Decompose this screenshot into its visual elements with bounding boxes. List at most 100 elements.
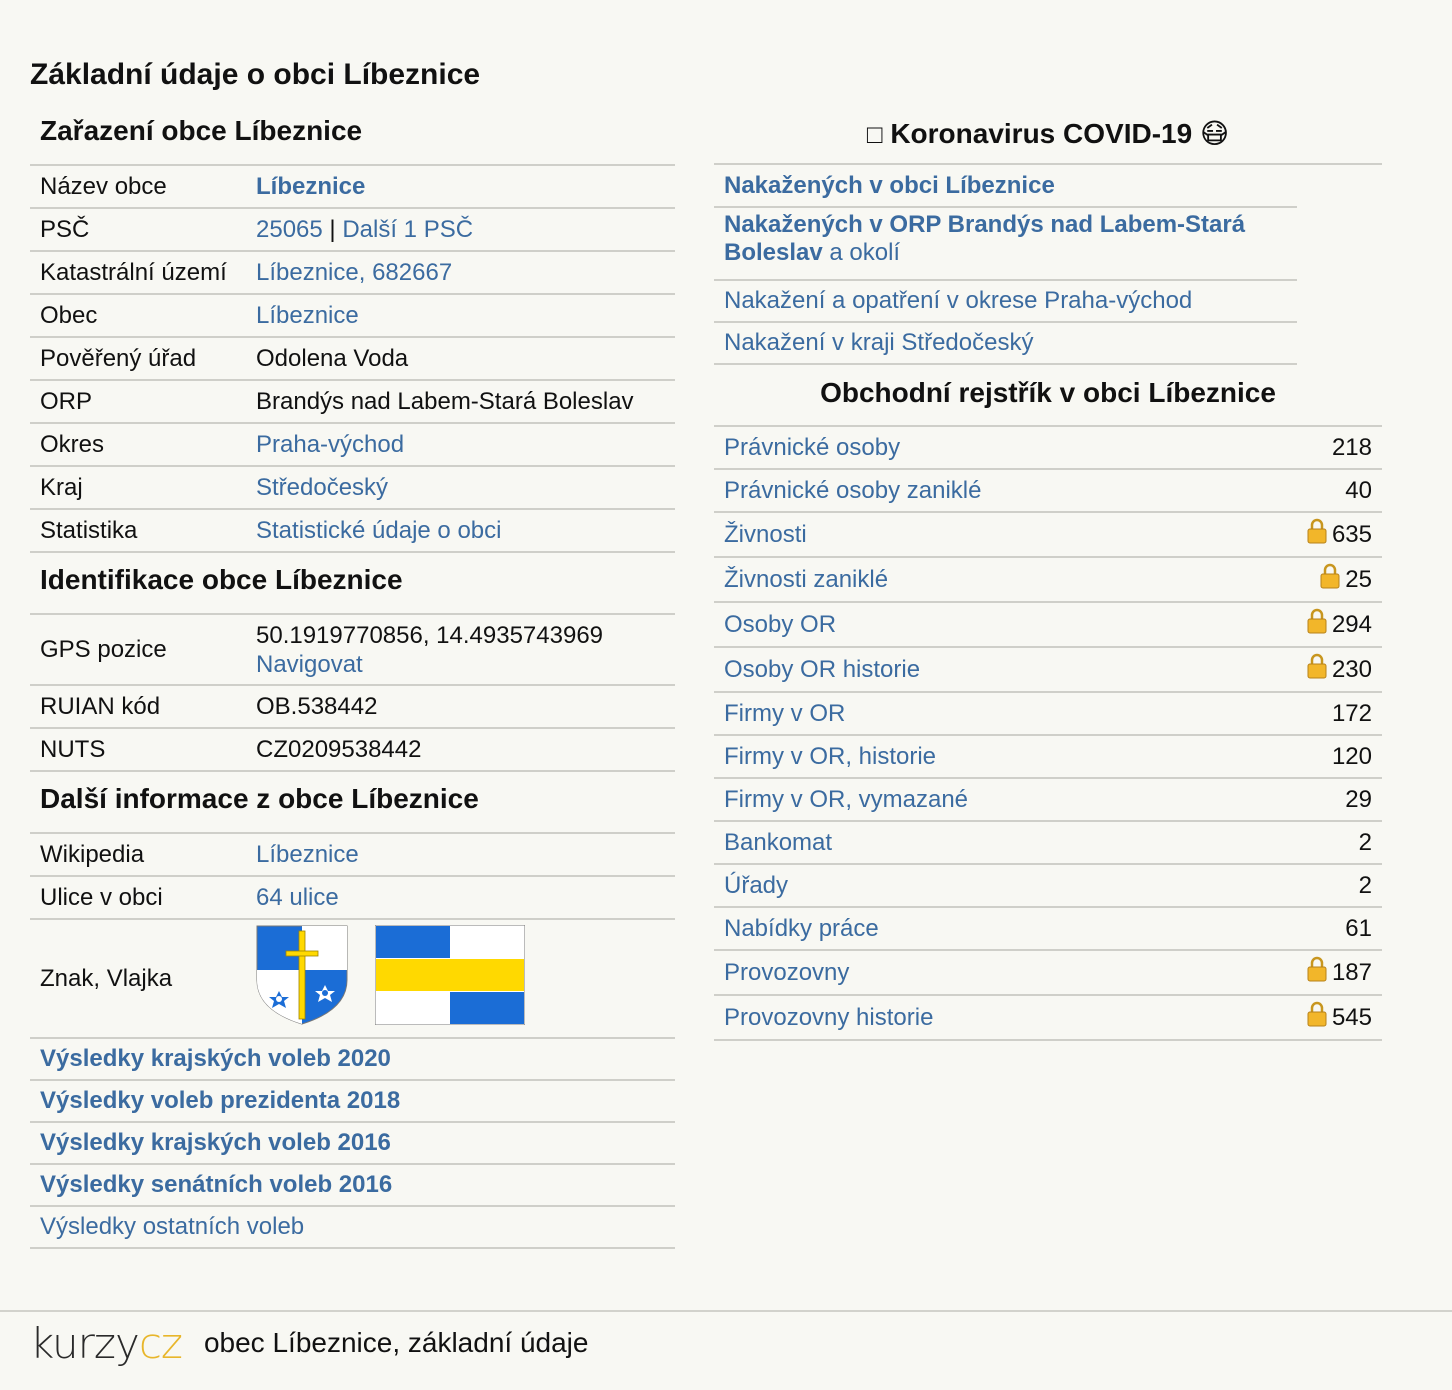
coat-of-arms-image[interactable] — [256, 925, 348, 1032]
orp-value: Brandýs nad Labem-Stará Boleslav — [246, 380, 675, 424]
volby-prezident-2018-link[interactable]: Výsledky voleb prezidenta 2018 — [40, 1087, 400, 1114]
obec-name-link[interactable]: Líbeznice — [256, 173, 365, 200]
rejstrik-count: 230 — [1331, 656, 1372, 683]
table-row: Provozovny 187 — [714, 950, 1382, 996]
table-row: Katastrální území Líbeznice, 682667 — [30, 251, 675, 295]
footer-divider — [0, 1310, 1452, 1312]
wikipedia-link[interactable]: Líbeznice — [256, 841, 359, 868]
row-label: Obec — [30, 294, 246, 338]
row-label: Okres — [30, 423, 246, 467]
zarazeni-table: Název obce Líbeznice PSČ 25065 | Další 1… — [30, 166, 675, 553]
okres-link[interactable]: Praha-východ — [256, 431, 404, 458]
obchodni-rejstrik-table: Právnické osoby 218 Právnické osoby zanikl… — [714, 427, 1382, 1041]
rejstrik-item-link[interactable]: Firmy v OR — [724, 700, 845, 727]
right-column: □ Koronavirus COVID-19 😷 Nakažených v ob… — [714, 108, 1382, 1041]
covid-heading: □ Koronavirus COVID-19 😷 — [714, 108, 1382, 165]
table-row: Ulice v obci 64 ulice — [30, 876, 675, 920]
rejstrik-item-link[interactable]: Živnosti zaniklé — [724, 566, 888, 593]
list-item: Výsledky senátních voleb 2016 — [30, 1165, 675, 1207]
nuts-value: CZ0209538442 — [246, 728, 675, 772]
volby-krajske-2016-link[interactable]: Výsledky krajských voleb 2016 — [40, 1129, 391, 1156]
list-item: Nakažených v ORP Brandýs nad Labem-Stará… — [714, 208, 1297, 281]
list-item: Výsledky ostatních voleb — [30, 1207, 675, 1249]
section-heading-dalsi: Další informace z obce Líbeznice — [30, 772, 675, 834]
missing-glyph-icon: □ — [866, 119, 883, 149]
rejstrik-count: 172 — [1331, 699, 1372, 727]
list-item: Výsledky voleb prezidenta 2018 — [30, 1081, 675, 1123]
dalsi-table: Wikipedia Líbeznice Ulice v obci 64 ulic… — [30, 834, 675, 1039]
obec-link[interactable]: Líbeznice — [256, 302, 359, 329]
nakazenych-v-orp-link[interactable]: Nakažených v ORP Brandýs nad Labem-Stará… — [724, 211, 1245, 266]
table-row: Právnické osoby 218 — [714, 427, 1382, 470]
table-row: RUIAN kód OB.538442 — [30, 685, 675, 729]
table-row: NUTS CZ0209538442 — [30, 728, 675, 772]
ruian-value: OB.538442 — [246, 685, 675, 729]
rejstrik-item-link[interactable]: Firmy v OR, vymazané — [724, 786, 968, 813]
table-row: GPS pozice 50.1919770856, 14.4935743969 … — [30, 615, 675, 686]
rejstrik-count: 120 — [1331, 742, 1372, 770]
rejstrik-item-link[interactable]: Osoby OR — [724, 611, 836, 638]
volby-krajske-2020-link[interactable]: Výsledky krajských voleb 2020 — [40, 1045, 391, 1072]
povereny-urad-value: Odolena Voda — [246, 337, 675, 381]
lock-icon[interactable] — [1320, 563, 1340, 596]
nakazeni-okres-link[interactable]: Nakažení a opatření v okrese Praha-výcho… — [724, 287, 1192, 314]
lock-icon[interactable] — [1307, 518, 1327, 551]
flag-image[interactable] — [374, 924, 526, 1032]
table-row: Znak, Vlajka — [30, 919, 675, 1039]
rejstrik-count: 294 — [1331, 611, 1372, 638]
table-row: Obec Líbeznice — [30, 294, 675, 338]
psc-separator: | — [322, 215, 343, 243]
lock-icon[interactable] — [1307, 608, 1327, 641]
rejstrik-item-link[interactable]: Nabídky práce — [724, 915, 879, 942]
rejstrik-item-link[interactable]: Živnosti — [724, 521, 807, 548]
rejstrik-count: 2 — [1358, 871, 1372, 899]
table-row: Kraj Středočeský — [30, 466, 675, 510]
table-row: Právnické osoby zaniklé 40 — [714, 469, 1382, 513]
row-label: Název obce — [30, 166, 246, 209]
rejstrik-item-link[interactable]: Právnické osoby zaniklé — [724, 477, 981, 504]
rejstrik-count: 635 — [1331, 521, 1372, 548]
nakazeni-kraj-link[interactable]: Nakažení v kraji Středočeský — [724, 329, 1033, 356]
table-row: Živnosti 635 — [714, 512, 1382, 558]
logo-text-cz: cz — [138, 1318, 183, 1368]
rejstrik-item-link[interactable]: Firmy v OR, historie — [724, 743, 936, 770]
rejstrik-count: 545 — [1331, 1004, 1372, 1031]
rejstrik-count: 29 — [1345, 785, 1372, 813]
nakazenych-v-obci-link[interactable]: Nakažených v obci Líbeznice — [724, 172, 1055, 199]
list-item: Nakažených v obci Líbeznice — [714, 165, 1297, 208]
list-item: Výsledky krajských voleb 2016 — [30, 1123, 675, 1165]
rejstrik-item-link[interactable]: Provozovny — [724, 959, 849, 986]
lock-icon[interactable] — [1307, 956, 1327, 989]
footer: kurzycz obec Líbeznice, základní údaje — [30, 1318, 588, 1368]
table-row: Pověřený úřad Odolena Voda — [30, 337, 675, 381]
volby-senatni-2016-link[interactable]: Výsledky senátních voleb 2016 — [40, 1171, 392, 1198]
statistika-link[interactable]: Statistické údaje o obci — [256, 517, 501, 544]
row-label: Pověřený úřad — [30, 337, 246, 381]
rejstrik-count: 218 — [1331, 433, 1372, 461]
rejstrik-item-link[interactable]: Osoby OR historie — [724, 656, 920, 683]
lock-icon[interactable] — [1307, 653, 1327, 686]
dalsi-psc-link[interactable]: Další 1 PSČ — [342, 216, 473, 243]
table-row: PSČ 25065 | Další 1 PSČ — [30, 208, 675, 252]
lock-icon[interactable] — [1307, 1001, 1327, 1034]
volby-ostatni-link[interactable]: Výsledky ostatních voleb — [40, 1213, 304, 1240]
kurzy-logo[interactable]: kurzycz — [30, 1318, 183, 1368]
ulice-link[interactable]: 64 ulice — [256, 884, 339, 911]
psc-link[interactable]: 25065 — [256, 216, 323, 243]
navigovat-link[interactable]: Navigovat — [256, 651, 363, 678]
rejstrik-item-link[interactable]: Právnické osoby — [724, 434, 900, 461]
rejstrik-item-link[interactable]: Provozovny historie — [724, 1004, 933, 1031]
rejstrik-item-link[interactable]: Bankomat — [724, 829, 832, 856]
row-label: Ulice v obci — [30, 876, 246, 920]
identifikace-table: GPS pozice 50.1919770856, 14.4935743969 … — [30, 615, 675, 772]
kraj-link[interactable]: Středočeský — [256, 474, 388, 501]
katastralni-uzemi-link[interactable]: Líbeznice, 682667 — [256, 259, 452, 286]
table-row: Firmy v OR 172 — [714, 692, 1382, 736]
list-item: Výsledky krajských voleb 2020 — [30, 1039, 675, 1081]
row-label: Statistika — [30, 509, 246, 553]
row-label: Znak, Vlajka — [30, 919, 246, 1039]
table-row: Nabídky práce 61 — [714, 907, 1382, 951]
rejstrik-item-link[interactable]: Úřady — [724, 872, 788, 899]
row-label: Katastrální území — [30, 251, 246, 295]
table-row: Bankomat 2 — [714, 821, 1382, 865]
